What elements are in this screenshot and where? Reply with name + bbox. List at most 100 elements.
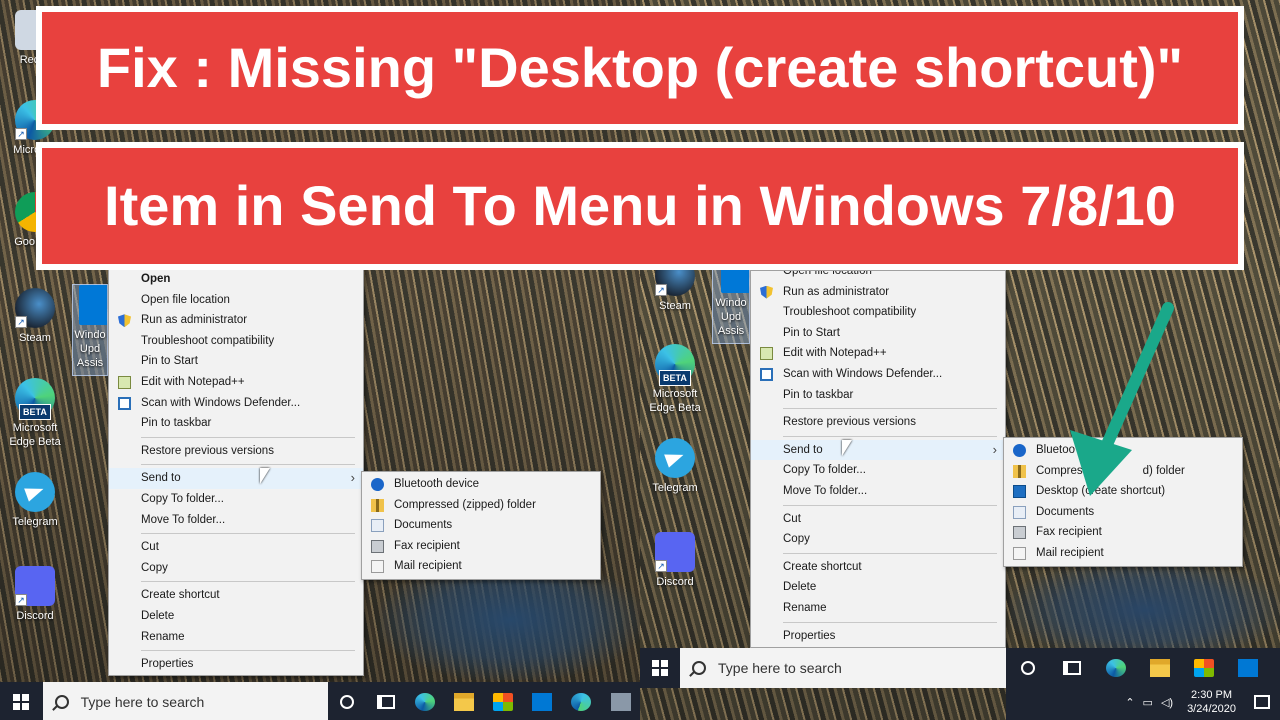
menu-item-restore-previous-versions[interactable]: Restore previous versions (109, 441, 363, 462)
left-taskbar: Type here to search (0, 682, 640, 720)
desktop-icon-steam[interactable]: ↗ Steam (0, 288, 70, 345)
volume-icon[interactable]: ◁) (1161, 696, 1173, 709)
zip-folder-icon (1013, 464, 1026, 478)
desktop-icon-edge-beta-right[interactable]: BETA Microsoft Edge Beta (640, 344, 710, 415)
menu-item-edit-notepad[interactable]: Edit with Notepad++ (109, 372, 363, 393)
menu-separator (783, 408, 997, 410)
zip-folder-icon (371, 498, 384, 512)
edge-beta-icon: BETA (655, 344, 695, 386)
menu-item-create-shortcut[interactable]: Create shortcut (109, 585, 363, 606)
menu-item-pin-to-start[interactable]: Pin to Start (751, 323, 1005, 344)
menu-separator (141, 533, 355, 535)
sendto-documents[interactable]: Documents (362, 515, 600, 536)
notepad-plus-plus-icon (118, 375, 131, 389)
taskbar-app[interactable] (601, 682, 640, 720)
tray-area: ⌃ ▭ ◁) 2:30 PM 3/24/2020 (1125, 688, 1280, 716)
start-button[interactable] (0, 682, 43, 720)
shortcut-arrow-icon: ↗ (15, 316, 27, 328)
desktop-icon-discord[interactable]: ↗ Discord (0, 566, 70, 623)
desktop-icon-telegram-right[interactable]: Telegram (640, 438, 710, 495)
sendto-mail-recipient[interactable]: Mail recipient (362, 556, 600, 577)
task-view-icon (377, 695, 396, 709)
menu-separator (141, 436, 355, 438)
sendto-bluetooth[interactable]: Bluetooth device (362, 474, 600, 495)
menu-item-delete[interactable]: Delete (751, 577, 1005, 598)
menu-item-cut[interactable]: Cut (109, 537, 363, 558)
windows-defender-icon (118, 396, 131, 410)
menu-item-rename[interactable]: Rename (751, 598, 1005, 619)
notepad-plus-plus-icon (760, 347, 773, 361)
menu-item-open[interactable]: Open (109, 269, 363, 290)
sendto-fax-recipient[interactable]: Fax recipient (1004, 522, 1242, 543)
taskbar-file-explorer[interactable] (445, 682, 484, 720)
uac-shield-icon (118, 314, 131, 328)
left-context-menu: Open Open file location Run as administr… (108, 268, 364, 676)
menu-separator (141, 581, 355, 583)
documents-icon (1013, 505, 1026, 519)
menu-item-cut[interactable]: Cut (751, 509, 1005, 530)
menu-item-send-to[interactable]: Send to › (109, 468, 363, 489)
taskbar-search-box[interactable]: Type here to search (680, 648, 1006, 688)
desktop-icon-windows-update-assistant[interactable]: Windo Upd Assis (72, 284, 108, 376)
menu-item-properties[interactable]: Properties (751, 626, 1005, 647)
menu-item-run-as-administrator[interactable]: Run as administrator (109, 310, 363, 331)
menu-item-open-file-location[interactable]: Open file location (751, 271, 1005, 282)
menu-item-move-to-folder[interactable]: Move To folder... (751, 481, 1005, 502)
edge-icon (415, 693, 436, 711)
menu-item-scan-defender[interactable]: Scan with Windows Defender... (751, 364, 1005, 385)
menu-item-run-as-administrator[interactable]: Run as administrator (751, 282, 1005, 303)
menu-item-pin-to-taskbar[interactable]: Pin to taskbar (109, 413, 363, 434)
sendto-fax-recipient[interactable]: Fax recipient (362, 536, 600, 557)
menu-item-troubleshoot[interactable]: Troubleshoot compatibility (109, 331, 363, 352)
bluetooth-icon (1013, 444, 1026, 457)
notification-center-icon[interactable] (1254, 695, 1270, 709)
edge-beta-icon: BETA (15, 378, 55, 420)
mouse-pointer-icon (842, 440, 852, 456)
menu-item-pin-to-start[interactable]: Pin to Start (109, 351, 363, 372)
taskbar-edge[interactable] (406, 682, 445, 720)
menu-item-restore-previous-versions[interactable]: Restore previous versions (751, 412, 1005, 433)
shortcut-arrow-icon: ↗ (655, 560, 667, 572)
task-view-button[interactable] (367, 682, 406, 720)
store-icon (1194, 659, 1214, 677)
taskbar-search-box[interactable]: Type here to search (42, 682, 328, 720)
title-banner-line-1: Fix : Missing "Desktop (create shortcut)… (36, 6, 1244, 130)
desktop-icon-edge-beta[interactable]: BETA Microsoft Edge Beta (0, 378, 70, 449)
desktop-icon-telegram[interactable]: Telegram (0, 472, 70, 529)
menu-item-create-shortcut[interactable]: Create shortcut (751, 557, 1005, 578)
menu-item-copy[interactable]: Copy (109, 558, 363, 579)
search-icon (54, 695, 69, 709)
taskbar-mail[interactable] (523, 682, 562, 720)
menu-item-scan-defender[interactable]: Scan with Windows Defender... (109, 393, 363, 414)
menu-item-send-to[interactable]: Send to › (751, 439, 1005, 461)
menu-item-delete[interactable]: Delete (109, 606, 363, 627)
sendto-mail-recipient[interactable]: Mail recipient (1004, 543, 1242, 564)
fax-icon (371, 539, 384, 553)
submenu-chevron-icon: › (992, 441, 997, 457)
taskbar-store[interactable] (484, 682, 523, 720)
menu-separator (141, 464, 355, 466)
menu-item-properties[interactable]: Properties (109, 654, 363, 675)
shortcut-arrow-icon: ↗ (15, 594, 27, 606)
menu-item-copy[interactable]: Copy (751, 529, 1005, 550)
menu-item-copy-to-folder[interactable]: Copy To folder... (109, 489, 363, 510)
menu-item-move-to-folder[interactable]: Move To folder... (109, 510, 363, 531)
menu-item-edit-notepad[interactable]: Edit with Notepad++ (751, 343, 1005, 364)
sendto-compressed-folder[interactable]: Compressed (zipped) folder (362, 495, 600, 516)
network-icon[interactable]: ▭ (1143, 696, 1153, 709)
mail-icon (532, 693, 553, 711)
taskbar-clock[interactable]: 2:30 PM 3/24/2020 (1179, 688, 1244, 716)
tray-chevron-icon[interactable]: ⌃ (1125, 696, 1134, 709)
desktop-icon-discord-right[interactable]: ↗ Discord (640, 532, 710, 589)
menu-item-copy-to-folder[interactable]: Copy To folder... (751, 460, 1005, 481)
menu-item-open-file-location[interactable]: Open file location (109, 290, 363, 311)
start-button[interactable] (640, 648, 680, 688)
shortcut-arrow-icon: ↗ (15, 128, 27, 140)
sendto-documents[interactable]: Documents (1004, 502, 1242, 523)
cortana-button[interactable] (328, 682, 367, 720)
taskbar-edge-beta[interactable] (562, 682, 601, 720)
menu-item-troubleshoot[interactable]: Troubleshoot compatibility (751, 302, 1005, 323)
menu-item-rename[interactable]: Rename (109, 627, 363, 648)
menu-item-pin-to-taskbar[interactable]: Pin to taskbar (751, 385, 1005, 406)
discord-icon: ↗ (655, 532, 695, 572)
